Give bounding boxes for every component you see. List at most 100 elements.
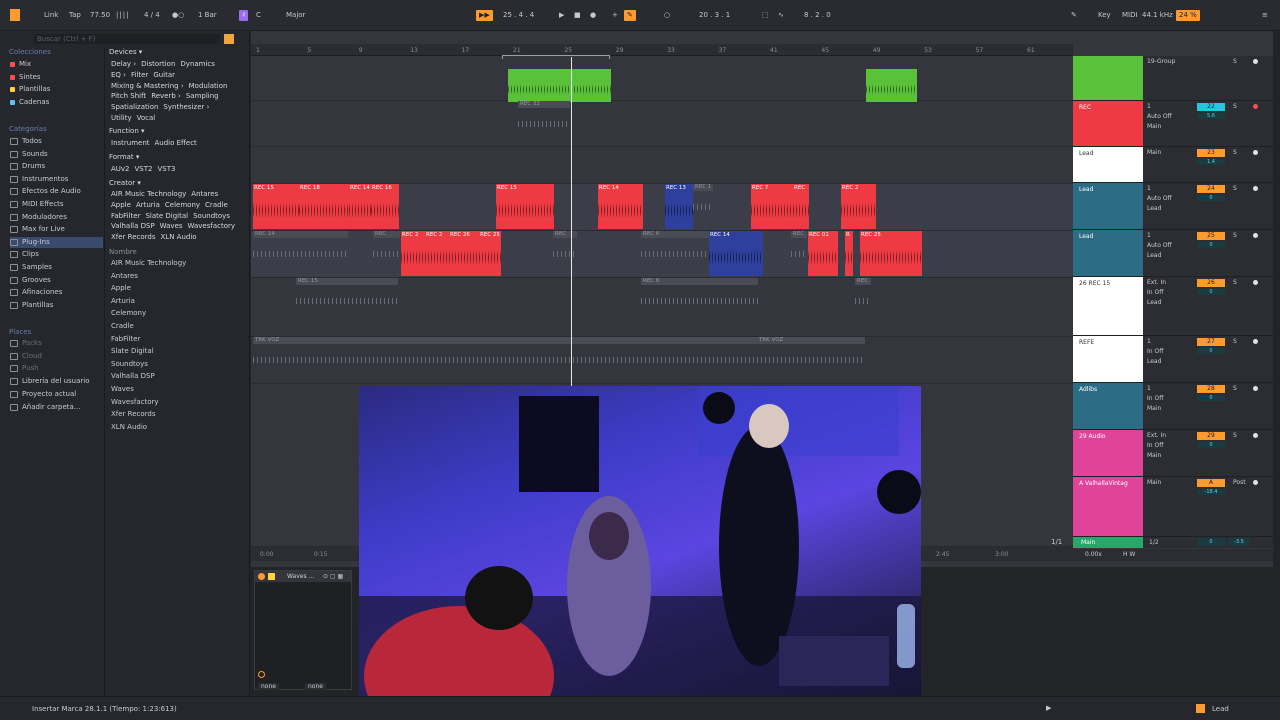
track-volume[interactable]: -18.4 <box>1197 489 1225 495</box>
device-tag[interactable]: Guitar <box>151 71 177 79</box>
overdub-icon[interactable]: + <box>612 10 618 21</box>
device-tag[interactable]: Mixing & Mastering › <box>109 82 186 90</box>
audio-clip[interactable]: REC 2 <box>841 184 876 229</box>
format-tag[interactable]: AUv2 <box>109 165 132 173</box>
audio-clip[interactable]: REC 2 <box>401 231 425 276</box>
manufacturer-item[interactable]: Wavesfactory <box>111 396 159 409</box>
manufacturer-item[interactable]: Waves <box>111 383 134 396</box>
status-warning-icon[interactable] <box>1196 704 1205 713</box>
creator-tag[interactable]: Arturia <box>134 201 162 209</box>
main-volume[interactable]: 0 <box>1197 538 1225 546</box>
track-lane[interactable] <box>251 101 1073 147</box>
audio-clip-inactive[interactable]: REC <box>553 231 577 238</box>
track-header[interactable]: A ValhallaVintag Main A -18.4 Post <box>1073 477 1273 537</box>
window-controls-icon[interactable]: ⊙ ▢ ▦ <box>323 573 343 580</box>
place-item[interactable]: Librería del usuario <box>10 376 90 387</box>
track-name[interactable]: REFE <box>1073 336 1143 382</box>
punch-icon[interactable]: ⬚ <box>762 10 769 21</box>
track-number[interactable]: 29 <box>1197 432 1225 440</box>
quantize-menu[interactable]: 1 Bar <box>198 10 217 21</box>
track-output[interactable]: Main <box>1147 452 1161 459</box>
audio-clip[interactable]: REC 25 <box>860 231 922 276</box>
meter-field[interactable]: 4 / 4 <box>144 10 160 21</box>
audio-clip[interactable] <box>508 69 611 102</box>
creator-tag[interactable]: Apple <box>109 201 133 209</box>
track-volume[interactable]: 0 <box>1197 289 1225 295</box>
audio-clip[interactable]: REC 01 <box>808 231 838 276</box>
arm-button[interactable] <box>1253 186 1258 191</box>
device-tag[interactable]: Sampling <box>184 92 221 100</box>
category-moduladores[interactable]: Moduladores <box>10 212 103 223</box>
track-header[interactable]: Lead 1 Auto Off Lead 25 0 S <box>1073 230 1273 277</box>
device-tag[interactable]: Modulation <box>187 82 230 90</box>
arm-button[interactable] <box>1253 480 1258 485</box>
place-item[interactable]: Proyecto actual <box>10 389 76 400</box>
track-volume[interactable]: 0 <box>1197 195 1225 201</box>
collection-item[interactable]: Sintes <box>10 72 41 83</box>
track-name[interactable] <box>1073 56 1143 100</box>
track-monitor[interactable]: Auto Off <box>1147 242 1172 249</box>
manufacturer-item[interactable]: Xfer Records <box>111 408 156 421</box>
creator-tag[interactable]: Slate Digital <box>143 212 190 220</box>
main-track[interactable]: 1/1 Main 1/2 0 -3.5 <box>1051 537 1273 548</box>
category-todos[interactable]: Todos <box>10 136 103 147</box>
midi-map-button[interactable]: MIDI <box>1122 10 1138 21</box>
track-input-route[interactable]: Ext. In <box>1147 432 1166 439</box>
audio-clip-inactive[interactable]: REC 14 <box>253 231 348 238</box>
audio-clip[interactable]: R <box>845 231 853 276</box>
creator-tag[interactable]: Waves <box>158 222 185 230</box>
category-efectos-de-audio[interactable]: Efectos de Audio <box>10 186 103 197</box>
plugin-input-select[interactable]: none <box>258 683 279 690</box>
main-pan[interactable]: -3.5 <box>1229 538 1249 546</box>
solo-button[interactable]: S <box>1233 432 1237 439</box>
track-input-route[interactable]: 1 <box>1147 338 1151 345</box>
creator-tag[interactable]: XLN Audio <box>159 233 199 241</box>
creator-tag[interactable]: Soundtoys <box>191 212 232 220</box>
creator-tag[interactable]: Wavesfactory <box>186 222 238 230</box>
audio-clip-inactive[interactable]: REC <box>791 231 807 238</box>
function-tag[interactable]: Instrument <box>109 139 152 147</box>
audio-clip-inactive[interactable]: TRK VOZ <box>757 337 797 344</box>
track-number[interactable]: 24 <box>1197 185 1225 193</box>
category-drums[interactable]: Drums <box>10 161 103 172</box>
manufacturer-item[interactable]: Slate Digital <box>111 345 154 358</box>
track-header[interactable]: Lead Main 23 1.4 S <box>1073 147 1273 183</box>
audio-clip-inactive[interactable]: REC <box>855 278 871 285</box>
solo-button[interactable]: S <box>1233 103 1237 110</box>
menu-icon[interactable]: ≡ <box>1262 10 1268 21</box>
track-input-route[interactable]: Main <box>1147 479 1161 486</box>
solo-button[interactable]: S <box>1233 338 1237 345</box>
stop-icon[interactable]: ■ <box>574 10 581 21</box>
track-number[interactable]: 28 <box>1197 385 1225 393</box>
place-item[interactable]: Push <box>10 363 39 374</box>
manufacturer-item[interactable]: AIR Music Technology <box>111 257 186 270</box>
track-output[interactable]: Main <box>1147 123 1161 130</box>
category-sounds[interactable]: Sounds <box>10 149 103 160</box>
audio-clip-inactive[interactable]: REC <box>373 231 400 238</box>
track-input-route[interactable]: 19-Group <box>1147 58 1175 65</box>
creator-tag[interactable]: Cradle <box>203 201 230 209</box>
arm-button[interactable] <box>1253 386 1258 391</box>
format-header[interactable]: Format ▾ <box>109 153 139 161</box>
creator-tag[interactable]: Celemony <box>163 201 202 209</box>
track-output[interactable]: Lead <box>1147 205 1161 212</box>
track-input-route[interactable]: Ext. In <box>1147 279 1166 286</box>
track-lane[interactable] <box>251 278 1073 337</box>
collection-item[interactable]: Mix <box>10 59 31 70</box>
device-tag[interactable]: EQ › <box>109 71 128 79</box>
device-tag[interactable]: Synthesizer › <box>161 103 211 111</box>
track-monitor[interactable]: In Off <box>1147 348 1163 355</box>
solo-button[interactable]: S <box>1233 279 1237 286</box>
track-monitor[interactable]: In Off <box>1147 395 1163 402</box>
audio-clip-inactive[interactable]: REC 6 <box>641 231 709 238</box>
browser-toggle-icon[interactable] <box>10 9 20 21</box>
automation-arm-icon[interactable]: ✎ <box>624 10 636 21</box>
manufacturer-item[interactable]: Valhalla DSP <box>111 370 155 383</box>
function-tag[interactable]: Audio Effect <box>153 139 199 147</box>
track-number[interactable]: 23 <box>1197 149 1225 157</box>
play-icon[interactable]: ▶ <box>559 10 564 21</box>
hw-toggle[interactable]: H W <box>1123 551 1135 558</box>
track-name[interactable]: REC <box>1073 101 1143 146</box>
track-name[interactable]: Lead <box>1073 183 1143 229</box>
tap-button[interactable]: Tap <box>69 10 81 21</box>
